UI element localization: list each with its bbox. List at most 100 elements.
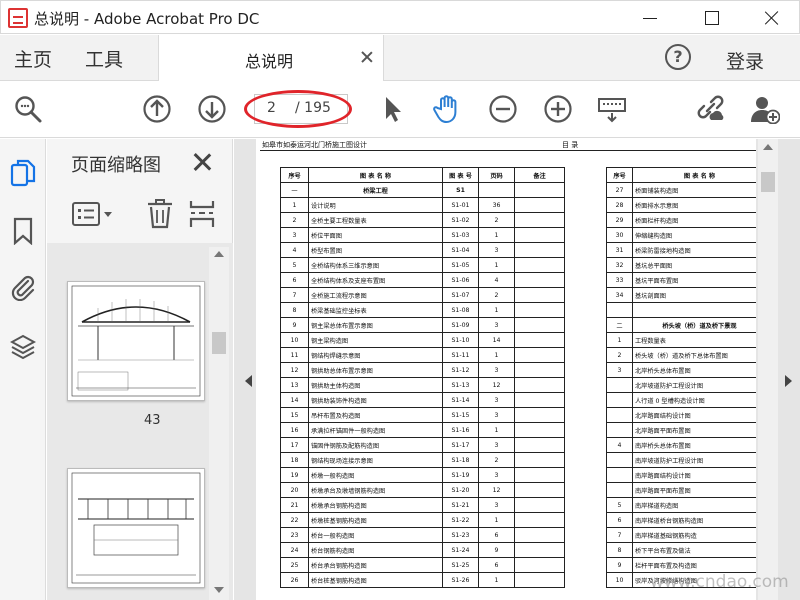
row-name: 全桥结构体系及支座布置图 — [308, 272, 443, 288]
thumbnails-scroll-thumb[interactable] — [212, 332, 226, 354]
row-remark — [514, 437, 565, 453]
row-pages: 3 — [478, 317, 515, 333]
login-button[interactable]: 登录 — [726, 47, 764, 74]
page-up-icon[interactable] — [142, 94, 172, 124]
row-name: 桥梁基础监控坐标表 — [308, 302, 443, 318]
keyboard-marquee-icon[interactable] — [597, 94, 627, 124]
row-seq: 5 — [280, 257, 309, 273]
row-code: S1-08 — [442, 302, 479, 318]
table-row: 一桥梁工程 S1 — [280, 182, 565, 198]
row-seq — [606, 302, 633, 318]
toolbar: 2 / 195 — [0, 82, 800, 138]
row-code: S1 — [442, 182, 479, 198]
row-name: 伸缩缝构造图 — [632, 227, 756, 243]
row-name: 钢拱助装饰件构造图 — [308, 392, 443, 408]
row-remark — [514, 482, 565, 498]
row-seq: 1 — [280, 197, 309, 213]
bookmarks-icon[interactable] — [10, 217, 36, 245]
row-name: 钢拱助总体布置示意图 — [308, 362, 443, 378]
row-code: S1-04 — [442, 242, 479, 258]
collapse-left-panel-icon[interactable] — [245, 375, 252, 387]
attachments-icon[interactable] — [10, 273, 36, 301]
close-window-button[interactable] — [759, 5, 785, 31]
close-tab-icon[interactable] — [359, 49, 375, 65]
thumbnails-scrollbar[interactable] — [209, 247, 229, 600]
row-seq: 27 — [606, 182, 633, 198]
row-name: 北岸路面结构设计图 — [632, 407, 756, 423]
zoom-in-icon[interactable] — [543, 94, 573, 124]
col-name-header: 图 表 名 称 — [308, 167, 443, 183]
tab-document[interactable]: 总说明 — [158, 35, 384, 81]
table-row: 16 承满拉杆锚固件一般构造图 S1-16 1 — [280, 422, 565, 438]
page-down-icon[interactable] — [197, 94, 227, 124]
table-row: 6 全桥结构体系及支座布置图 S1-06 4 — [280, 272, 565, 288]
layers-icon[interactable] — [10, 333, 36, 361]
zoom-search-icon[interactable] — [13, 94, 43, 124]
row-seq: 6 — [606, 512, 633, 528]
row-seq — [606, 452, 633, 468]
row-name: 全桥结构体系三维示意图 — [308, 257, 443, 273]
row-seq: 7 — [606, 527, 633, 543]
row-name: 全桥主要工程数量表 — [308, 212, 443, 228]
close-panel-icon[interactable] — [191, 151, 213, 173]
site-watermark: www.cndao.com — [650, 572, 789, 592]
tab-tools[interactable]: 工具 — [85, 45, 123, 72]
row-seq: 23 — [280, 527, 309, 543]
row-name: 桥墩承台钢筋构造图 — [308, 497, 443, 513]
row-pages: 1 — [478, 347, 515, 363]
row-pages: 2 — [478, 212, 515, 228]
row-code: S1-05 — [442, 257, 479, 273]
row-seq — [606, 392, 633, 408]
row-name: 钢主梁构造图 — [308, 332, 443, 348]
row-pages: 3 — [478, 242, 515, 258]
row-name — [632, 302, 756, 318]
table-row: 19 桥墩一般构造图 S1-19 3 — [280, 467, 565, 483]
row-name: 基坑平面布置图 — [632, 272, 756, 288]
row-name: 桥梁工程 — [308, 182, 443, 198]
help-icon[interactable]: ? — [665, 44, 691, 70]
row-seq — [606, 467, 633, 483]
row-pages: 3 — [478, 467, 515, 483]
thumbnail-options-icon[interactable] — [71, 201, 115, 227]
select-arrow-icon[interactable] — [378, 94, 408, 124]
row-pages: 3 — [478, 407, 515, 423]
row-code: S1-26 — [442, 572, 479, 588]
row-pages: 2 — [478, 287, 515, 303]
thumbnail-page-43[interactable] — [67, 281, 205, 401]
scroll-down-arrow-icon[interactable] — [214, 587, 224, 593]
expand-right-panel-icon[interactable] — [785, 375, 792, 387]
share-link-icon[interactable] — [694, 94, 724, 124]
row-code: S1-22 — [442, 512, 479, 528]
zoom-out-icon[interactable] — [488, 94, 518, 124]
col-pages-header: 页码 — [478, 167, 515, 183]
table-row: 7 全桥施工流程示意图 S1-07 2 — [280, 287, 565, 303]
row-pages: 6 — [478, 557, 515, 573]
maximize-button[interactable] — [699, 5, 725, 31]
table-row: 北岸坡道防护工程设计图 — [606, 377, 756, 393]
row-name: 桥梁防雷接地构造图 — [632, 242, 756, 258]
scroll-up-arrow-icon[interactable] — [763, 144, 773, 150]
row-seq: 14 — [280, 392, 309, 408]
document-scrollbar[interactable] — [758, 139, 778, 600]
row-name: 北岸路面平面布置图 — [632, 422, 756, 438]
add-user-icon[interactable] — [750, 94, 780, 124]
table-row: 北岸路面结构设计图 — [606, 407, 756, 423]
row-pages: 1 — [478, 302, 515, 318]
row-pages: 9 — [478, 542, 515, 558]
page-thumbnails-icon[interactable] — [10, 159, 36, 187]
scroll-up-arrow-icon[interactable] — [214, 251, 224, 257]
row-remark — [514, 467, 565, 483]
row-seq: 10 — [280, 332, 309, 348]
row-pages: 1 — [478, 227, 515, 243]
thumbnail-page-44[interactable] — [67, 468, 205, 588]
minimize-button[interactable] — [637, 5, 663, 31]
row-remark — [514, 362, 565, 378]
document-scroll-thumb[interactable] — [761, 172, 775, 192]
extract-page-icon[interactable] — [189, 199, 215, 229]
delete-page-icon[interactable] — [147, 199, 173, 229]
row-name: 南岸梯道构造图 — [632, 497, 756, 513]
tab-home[interactable]: 主页 — [14, 45, 52, 72]
row-pages: 1 — [478, 422, 515, 438]
table-row: 28 桥面排水示意图 — [606, 197, 756, 213]
hand-tool-icon[interactable] — [432, 94, 462, 124]
